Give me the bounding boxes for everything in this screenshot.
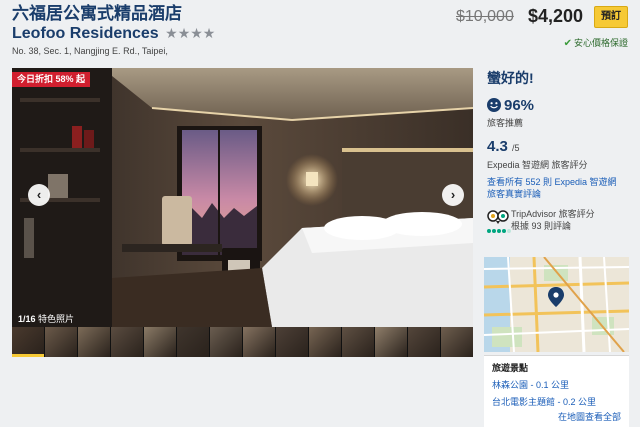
photo-thumbnail[interactable] xyxy=(408,327,440,357)
photo-thumbnail[interactable] xyxy=(111,327,143,357)
photo-thumbnail[interactable] xyxy=(243,327,275,357)
previous-photo-button[interactable]: ‹ xyxy=(28,184,50,206)
hotel-title: 六福居公寓式精品酒店 xyxy=(12,4,182,23)
photo-thumbnail[interactable] xyxy=(276,327,308,357)
location-map[interactable] xyxy=(484,257,629,352)
guest-score-max: /5 xyxy=(512,143,520,153)
photo-gallery: 今日折扣 58% 起 ‹ › 1/16 特色照片 xyxy=(12,68,473,357)
star-rating: ★★★★ xyxy=(165,25,216,41)
photo-thumbnail[interactable] xyxy=(210,327,242,357)
hotel-page: 六福居公寓式精品酒店 Leofoo Residences ★★★★ No. 38… xyxy=(0,0,640,427)
rating-bubble xyxy=(507,229,511,233)
deal-badge: 今日折扣 58% 起 xyxy=(12,72,91,87)
photo-thumbnail[interactable] xyxy=(309,327,341,357)
original-price: $10,000 xyxy=(456,8,514,25)
guest-score: 4.3 /5 xyxy=(487,138,627,157)
price-guarantee-label: 安心價格保證 xyxy=(573,38,628,48)
check-icon: ✔ xyxy=(563,38,572,49)
guest-score-source: Expedia 智遊網 旅客評分 xyxy=(487,160,588,170)
photo-counter-label: 特色照片 xyxy=(38,314,75,324)
smile-icon xyxy=(487,98,501,112)
nearby-attractions: 旅遊景點 林森公園 - 0.1 公里 台北電影主題館 - 0.2 公里 在地圖查… xyxy=(484,355,629,427)
tripadvisor-review-count: 根據 93 則評論 xyxy=(511,221,572,231)
photo-thumbnail[interactable] xyxy=(441,327,473,357)
hotel-room-photo[interactable] xyxy=(12,68,473,327)
photo-thumbnail[interactable] xyxy=(12,327,44,357)
thumbnail-strip xyxy=(12,327,473,357)
attraction-item[interactable]: 林森公園 - 0.1 公里 xyxy=(492,378,621,391)
view-all-on-map-link[interactable]: 在地圖查看全部 xyxy=(492,410,621,423)
rating-bubble xyxy=(502,229,506,233)
tripadvisor-owl-icon xyxy=(487,210,509,224)
rating-bubble xyxy=(492,229,496,233)
recommend-label: 旅客推薦 xyxy=(487,118,524,128)
photo-thumbnail[interactable] xyxy=(375,327,407,357)
hotel-name-en: Leofoo Residences xyxy=(12,25,159,42)
all-reviews-link[interactable]: 查看所有 552 則 Expedia 智遊網 旅客真實評論 xyxy=(487,176,627,200)
recommend-percentage: 96% xyxy=(487,97,627,115)
rating-bubble xyxy=(487,229,491,233)
next-photo-button[interactable]: › xyxy=(442,184,464,206)
attractions-title: 旅遊景點 xyxy=(492,363,529,373)
price-guarantee[interactable]: ✔ 安心價格保證 xyxy=(564,36,628,49)
tripadvisor-rating: TripAdvisor 旅客評分 根據 93 則評論 xyxy=(487,206,627,233)
sale-price: $4,200 xyxy=(528,6,584,26)
chevron-right-icon: › xyxy=(450,187,456,202)
tripadvisor-bubbles xyxy=(487,229,512,233)
book-button[interactable]: 預訂 xyxy=(594,6,628,28)
photo-counter-index: 1/16 xyxy=(18,314,36,324)
photo-thumbnail[interactable] xyxy=(342,327,374,357)
attraction-item[interactable]: 台北電影主題館 - 0.2 公里 xyxy=(492,395,621,408)
guest-score-value: 4.3 xyxy=(487,138,508,155)
photo-thumbnail[interactable] xyxy=(144,327,176,357)
photo-thumbnail[interactable] xyxy=(45,327,77,357)
hotel-name-en-row: Leofoo Residences ★★★★ xyxy=(12,23,215,44)
hotel-address: No. 38, Sec. 1, Nangjing E. Rd., Taipei, xyxy=(12,46,168,56)
recommend-percentage-value: 96% xyxy=(504,97,535,114)
photo-thumbnail[interactable] xyxy=(177,327,209,357)
rating-bubble xyxy=(497,229,501,233)
review-headline: 蠻好的! xyxy=(487,70,534,86)
photo-counter: 1/16 特色照片 xyxy=(18,312,74,325)
review-panel: 蠻好的! 96% 旅客推薦 4.3 /5 Expedia 智遊網 旅客評分 查看… xyxy=(487,68,627,233)
chevron-left-icon: ‹ xyxy=(36,187,42,202)
photo-thumbnail[interactable] xyxy=(78,327,110,357)
